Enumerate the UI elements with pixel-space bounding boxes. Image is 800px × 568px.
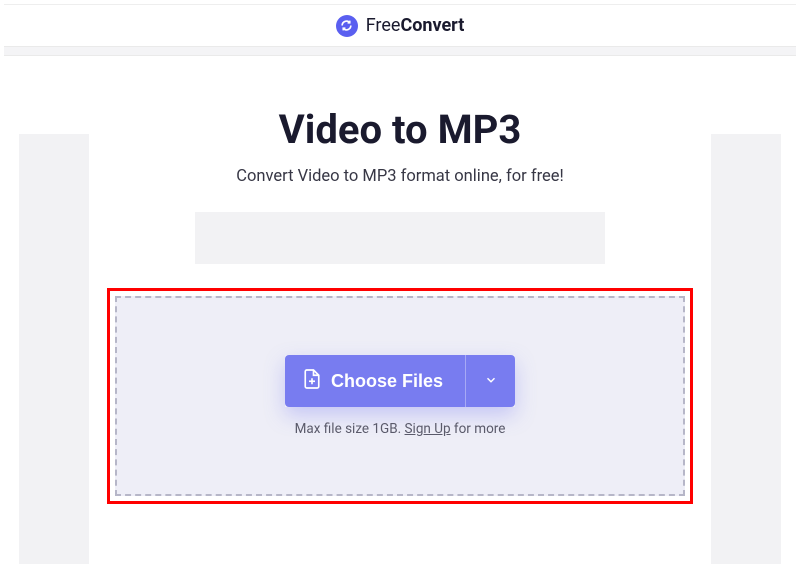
upload-source-dropdown-button[interactable] xyxy=(465,355,515,407)
file-size-hint: Max file size 1GB. Sign Up for more xyxy=(295,421,506,437)
logo-free: Free xyxy=(366,15,401,36)
hint-prefix: Max file size 1GB. xyxy=(295,421,405,437)
page-title: Video to MP3 xyxy=(115,106,685,153)
logo-convert: Convert xyxy=(400,15,464,36)
file-add-icon xyxy=(303,368,321,395)
choose-files-label: Choose Files xyxy=(331,371,443,392)
main-area: Video to MP3 Convert Video to MP3 format… xyxy=(4,56,796,504)
sidebar-left-placeholder xyxy=(19,134,89,564)
sidebar-right-placeholder xyxy=(711,134,781,564)
signup-link[interactable]: Sign Up xyxy=(405,421,451,437)
file-dropzone[interactable]: Choose Files Max file xyxy=(115,296,685,496)
upload-button-group: Choose Files xyxy=(285,355,515,407)
logo-text[interactable]: FreeConvert xyxy=(366,15,465,36)
page-subtitle: Convert Video to MP3 format online, for … xyxy=(115,167,685,186)
choose-files-button[interactable]: Choose Files xyxy=(285,355,465,407)
header-divider xyxy=(4,46,796,56)
ad-placeholder xyxy=(195,212,605,264)
content: Video to MP3 Convert Video to MP3 format… xyxy=(115,56,685,504)
chevron-down-icon xyxy=(484,373,498,390)
logo-icon xyxy=(336,15,358,37)
highlight-box: Choose Files Max file xyxy=(107,288,693,504)
header: FreeConvert xyxy=(4,4,796,46)
hint-suffix: for more xyxy=(451,421,506,437)
